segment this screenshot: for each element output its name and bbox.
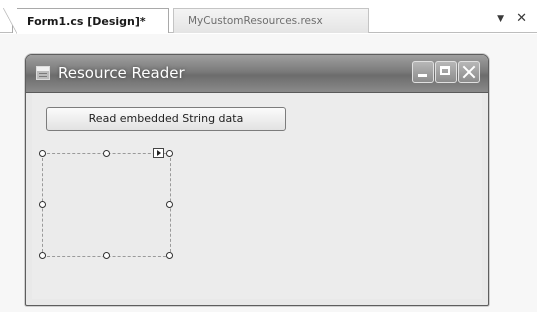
form-title: Resource Reader	[58, 64, 185, 82]
grab-handle-icon[interactable]	[166, 252, 173, 259]
form-window[interactable]: Resource Reader Read embedded String dat…	[25, 54, 489, 306]
picture-box-selected[interactable]	[39, 148, 173, 259]
tab-form1-design[interactable]: Form1.cs [Design]*	[3, 8, 169, 34]
grab-handle-icon[interactable]	[166, 150, 173, 157]
design-surface: Resource Reader Read embedded String dat…	[0, 34, 537, 312]
smart-tag-arrow-icon[interactable]	[153, 148, 164, 158]
grab-handle-icon[interactable]	[39, 252, 46, 259]
grab-handle-icon[interactable]	[39, 201, 46, 208]
grab-handle-icon[interactable]	[102, 150, 110, 157]
grab-handle-icon[interactable]	[39, 150, 46, 157]
caption-buttons	[412, 61, 480, 83]
tab-strip-controls: ▼ ✕	[497, 10, 527, 28]
close-document-icon[interactable]: ✕	[516, 10, 527, 28]
form-client-area[interactable]: Read embedded String data	[32, 93, 482, 299]
grab-handle-icon[interactable]	[102, 252, 110, 259]
form-title-bar[interactable]: Resource Reader	[26, 55, 488, 93]
grab-handle-icon[interactable]	[166, 201, 173, 208]
minimize-icon[interactable]	[412, 61, 434, 83]
maximize-icon[interactable]	[435, 61, 457, 83]
tab-my-custom-resources[interactable]: MyCustomResources.resx	[173, 8, 369, 33]
form-app-icon	[36, 66, 50, 80]
window-position-dropdown-icon[interactable]: ▼	[497, 10, 504, 28]
close-icon[interactable]	[458, 61, 480, 83]
document-tab-strip: Form1.cs [Design]* MyCustomResources.res…	[0, 0, 537, 34]
read-embedded-string-button[interactable]: Read embedded String data	[46, 107, 286, 131]
